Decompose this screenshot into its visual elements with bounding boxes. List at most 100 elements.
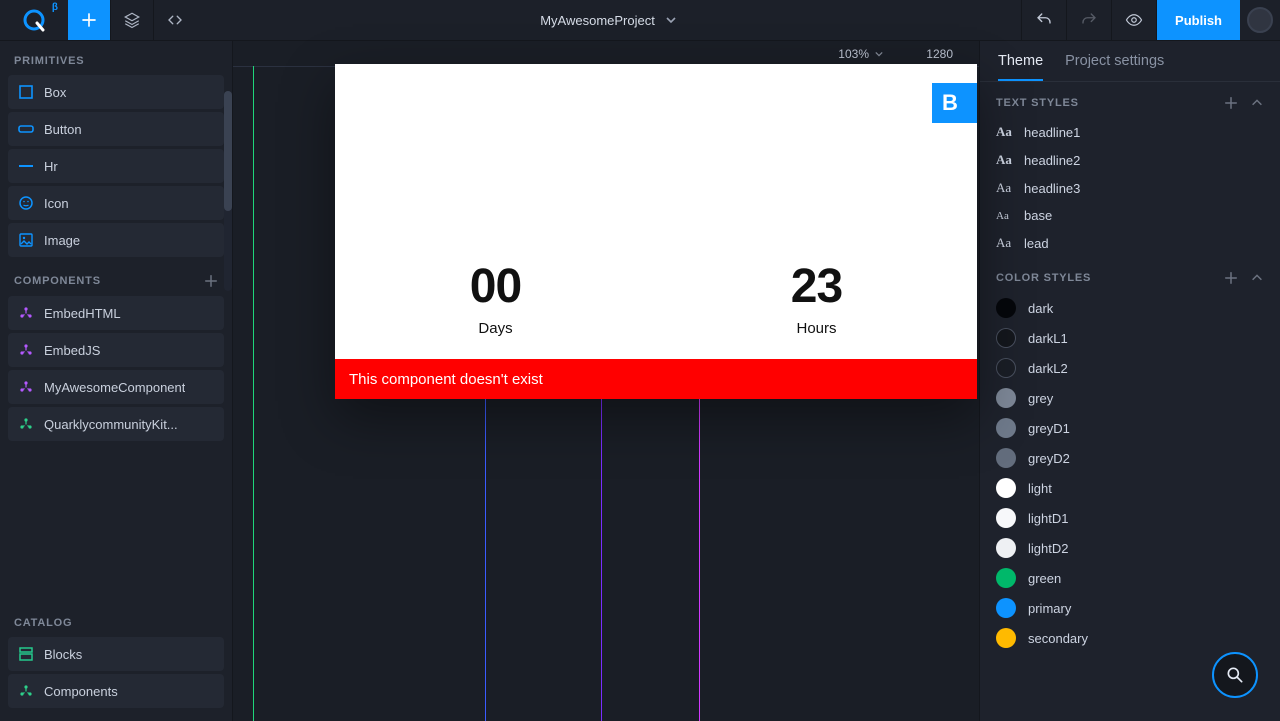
- color-swatch: [996, 478, 1016, 498]
- color-label: darkL2: [1028, 361, 1068, 376]
- color-style-item[interactable]: primary: [980, 593, 1280, 623]
- color-label: light: [1028, 481, 1052, 496]
- code-button[interactable]: [154, 0, 196, 40]
- project-selector[interactable]: MyAwesomeProject: [196, 0, 1021, 40]
- chevron-up-icon[interactable]: [1250, 271, 1264, 285]
- color-style-item[interactable]: lightD2: [980, 533, 1280, 563]
- color-style-item[interactable]: light: [980, 473, 1280, 503]
- plus-icon[interactable]: [1224, 96, 1238, 110]
- avatar-circle-icon: [1247, 7, 1273, 33]
- color-style-item[interactable]: secondary: [980, 623, 1280, 653]
- countdown-row: 00 Days 23 Hours: [335, 259, 977, 337]
- color-label: primary: [1028, 601, 1071, 616]
- primitive-box[interactable]: Box: [8, 75, 224, 109]
- color-label: green: [1028, 571, 1061, 586]
- left-scrollbar[interactable]: [224, 91, 232, 291]
- text-style-item[interactable]: Aalead: [980, 229, 1280, 257]
- error-banner: This component doesn't exist: [335, 359, 977, 399]
- layers-button[interactable]: [111, 0, 154, 40]
- color-swatch: [996, 388, 1016, 408]
- right-panel: Theme Project settings TEXT STYLES Aahea…: [979, 41, 1280, 721]
- primitive-icon[interactable]: Icon: [8, 186, 224, 220]
- color-label: lightD1: [1028, 511, 1068, 526]
- text-styles-header: TEXT STYLES: [980, 82, 1280, 118]
- color-style-item[interactable]: darkL1: [980, 323, 1280, 353]
- components-section-title: COMPONENTS: [0, 260, 232, 296]
- color-label: dark: [1028, 301, 1053, 316]
- color-label: greyD2: [1028, 451, 1070, 466]
- guide-line[interactable]: [253, 66, 254, 721]
- search-icon: [1225, 665, 1245, 685]
- tab-project-settings[interactable]: Project settings: [1065, 53, 1164, 81]
- user-avatar[interactable]: [1240, 0, 1280, 40]
- app-logo[interactable]: β: [0, 0, 68, 40]
- plus-icon[interactable]: [1224, 271, 1238, 285]
- top-bar-right: Publish: [1021, 0, 1280, 40]
- image-icon: [18, 232, 34, 248]
- undo-icon: [1035, 11, 1053, 29]
- zoom-indicator[interactable]: 103%: [838, 47, 883, 61]
- color-style-item[interactable]: dark: [980, 293, 1280, 323]
- canvas-button[interactable]: B: [932, 83, 977, 123]
- artboard[interactable]: B 00 Days 23 Hours This component doesn'…: [335, 64, 977, 399]
- color-label: greyD1: [1028, 421, 1070, 436]
- text-style-item[interactable]: Aaheadline2: [980, 146, 1280, 174]
- catalog-list: Blocks Components: [0, 637, 232, 721]
- redo-button[interactable]: [1066, 0, 1111, 40]
- text-style-item[interactable]: Aaheadline1: [980, 118, 1280, 146]
- color-label: darkL1: [1028, 331, 1068, 346]
- aa-icon: Aa: [996, 152, 1012, 168]
- countdown-value: 00: [470, 259, 521, 314]
- text-style-item[interactable]: Aabase: [980, 202, 1280, 229]
- plus-icon[interactable]: [204, 274, 218, 288]
- catalog-blocks[interactable]: Blocks: [8, 637, 224, 671]
- color-style-item[interactable]: green: [980, 563, 1280, 593]
- color-label: lightD2: [1028, 541, 1068, 556]
- quarkly-logo-icon: [22, 8, 46, 32]
- code-icon: [166, 11, 184, 29]
- undo-button[interactable]: [1021, 0, 1066, 40]
- color-swatch: [996, 328, 1016, 348]
- hr-icon: [18, 158, 34, 174]
- primitive-image[interactable]: Image: [8, 223, 224, 257]
- aa-icon: Aa: [996, 180, 1012, 196]
- countdown-value: 23: [791, 259, 842, 314]
- chevron-down-icon: [665, 14, 677, 26]
- color-style-item[interactable]: darkL2: [980, 353, 1280, 383]
- color-style-item[interactable]: lightD1: [980, 503, 1280, 533]
- color-swatch: [996, 598, 1016, 618]
- component-community-kit[interactable]: QuarklycommunityKit...: [8, 407, 224, 441]
- text-style-item[interactable]: Aaheadline3: [980, 174, 1280, 202]
- chevron-up-icon[interactable]: [1250, 96, 1264, 110]
- component-icon: [18, 305, 34, 321]
- left-sidebar: PRIMITIVES Box Button Hr Icon Image COMP…: [0, 41, 233, 721]
- canvas-area[interactable]: 103% 1280 B 00 Days 23 Hours This compon…: [233, 41, 979, 721]
- color-swatch: [996, 568, 1016, 588]
- color-style-item[interactable]: greyD1: [980, 413, 1280, 443]
- catalog-components[interactable]: Components: [8, 674, 224, 708]
- color-label: secondary: [1028, 631, 1088, 646]
- color-swatch: [996, 358, 1016, 378]
- primitive-button[interactable]: Button: [8, 112, 224, 146]
- publish-button[interactable]: Publish: [1156, 0, 1240, 40]
- color-swatch: [996, 628, 1016, 648]
- preview-button[interactable]: [1111, 0, 1156, 40]
- color-style-item[interactable]: grey: [980, 383, 1280, 413]
- color-label: grey: [1028, 391, 1053, 406]
- project-name: MyAwesomeProject: [540, 13, 655, 28]
- component-my-awesome[interactable]: MyAwesomeComponent: [8, 370, 224, 404]
- scrollbar-thumb[interactable]: [224, 91, 232, 211]
- tab-theme[interactable]: Theme: [998, 53, 1043, 81]
- help-button[interactable]: [1212, 652, 1258, 698]
- color-swatch: [996, 538, 1016, 558]
- component-icon: [18, 342, 34, 358]
- add-button[interactable]: [68, 0, 111, 40]
- caret-down-icon: [875, 50, 883, 58]
- primitives-section-title: PRIMITIVES: [0, 41, 232, 75]
- component-embedjs[interactable]: EmbedJS: [8, 333, 224, 367]
- layers-icon: [123, 11, 141, 29]
- countdown-label: Hours: [791, 320, 842, 337]
- component-embedhtml[interactable]: EmbedHTML: [8, 296, 224, 330]
- color-style-item[interactable]: greyD2: [980, 443, 1280, 473]
- primitive-hr[interactable]: Hr: [8, 149, 224, 183]
